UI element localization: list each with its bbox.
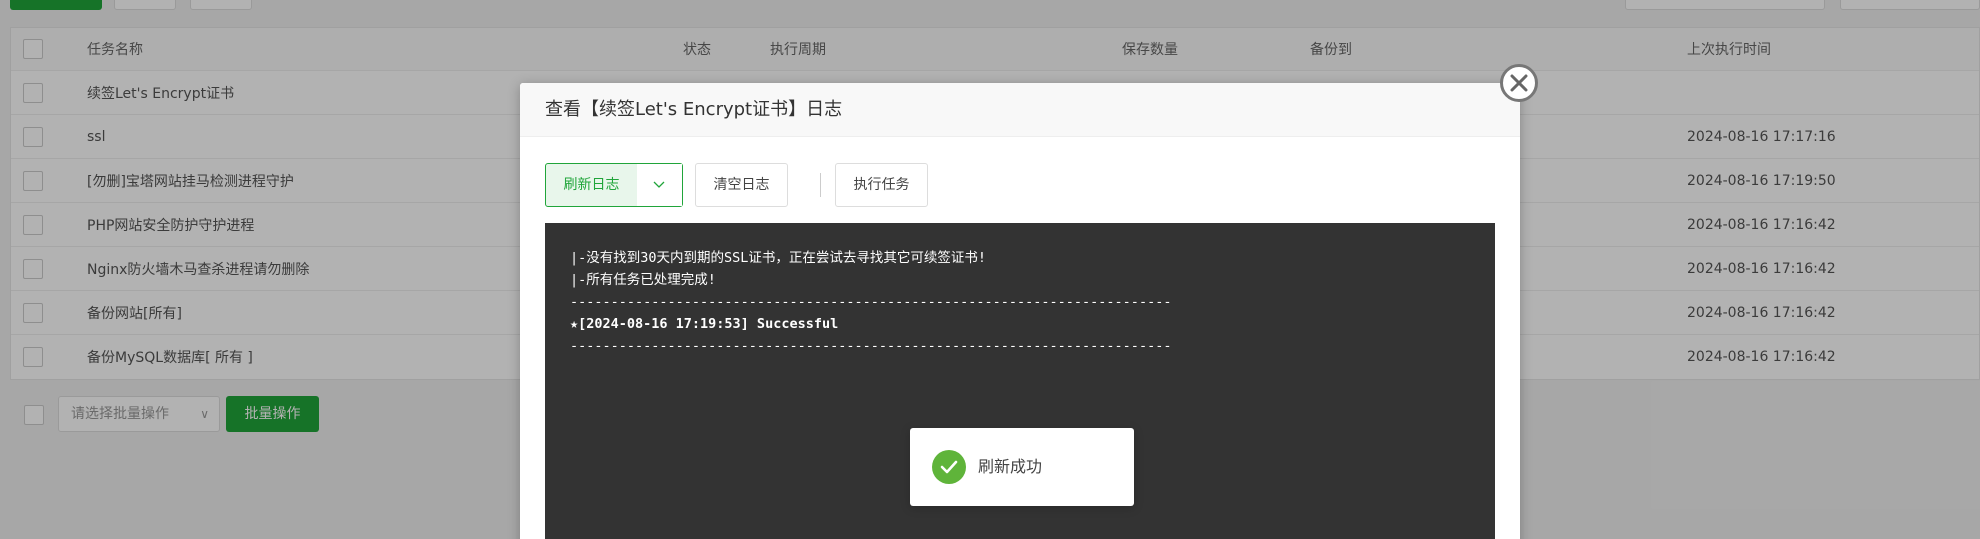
modal-title: 查看【续签Let's Encrypt证书】日志	[520, 83, 1520, 137]
refresh-log-button[interactable]: 刷新日志	[546, 164, 638, 206]
toolbar-divider	[820, 173, 821, 197]
chevron-down-icon	[653, 181, 665, 188]
log-line: ----------------------------------------…	[570, 294, 1172, 310]
log-line: |-所有任务已处理完成!	[570, 272, 716, 288]
check-circle-icon	[932, 450, 966, 484]
log-line: |-没有找到30天内到期的SSL证书，正在尝试去寻找其它可续签证书!	[570, 250, 987, 266]
refresh-log-button-group: 刷新日志	[545, 163, 683, 207]
close-icon	[1510, 74, 1528, 92]
run-task-button[interactable]: 执行任务	[835, 163, 928, 207]
refresh-dropdown-button[interactable]	[637, 164, 682, 206]
toast-message: 刷新成功	[978, 457, 1043, 476]
log-line: ★[2024-08-16 17:19:53] Successful	[570, 316, 839, 332]
success-toast: 刷新成功	[910, 428, 1134, 506]
close-modal-button[interactable]	[1500, 64, 1538, 102]
clear-log-button[interactable]: 清空日志	[695, 163, 788, 207]
log-line: ----------------------------------------…	[570, 338, 1172, 354]
